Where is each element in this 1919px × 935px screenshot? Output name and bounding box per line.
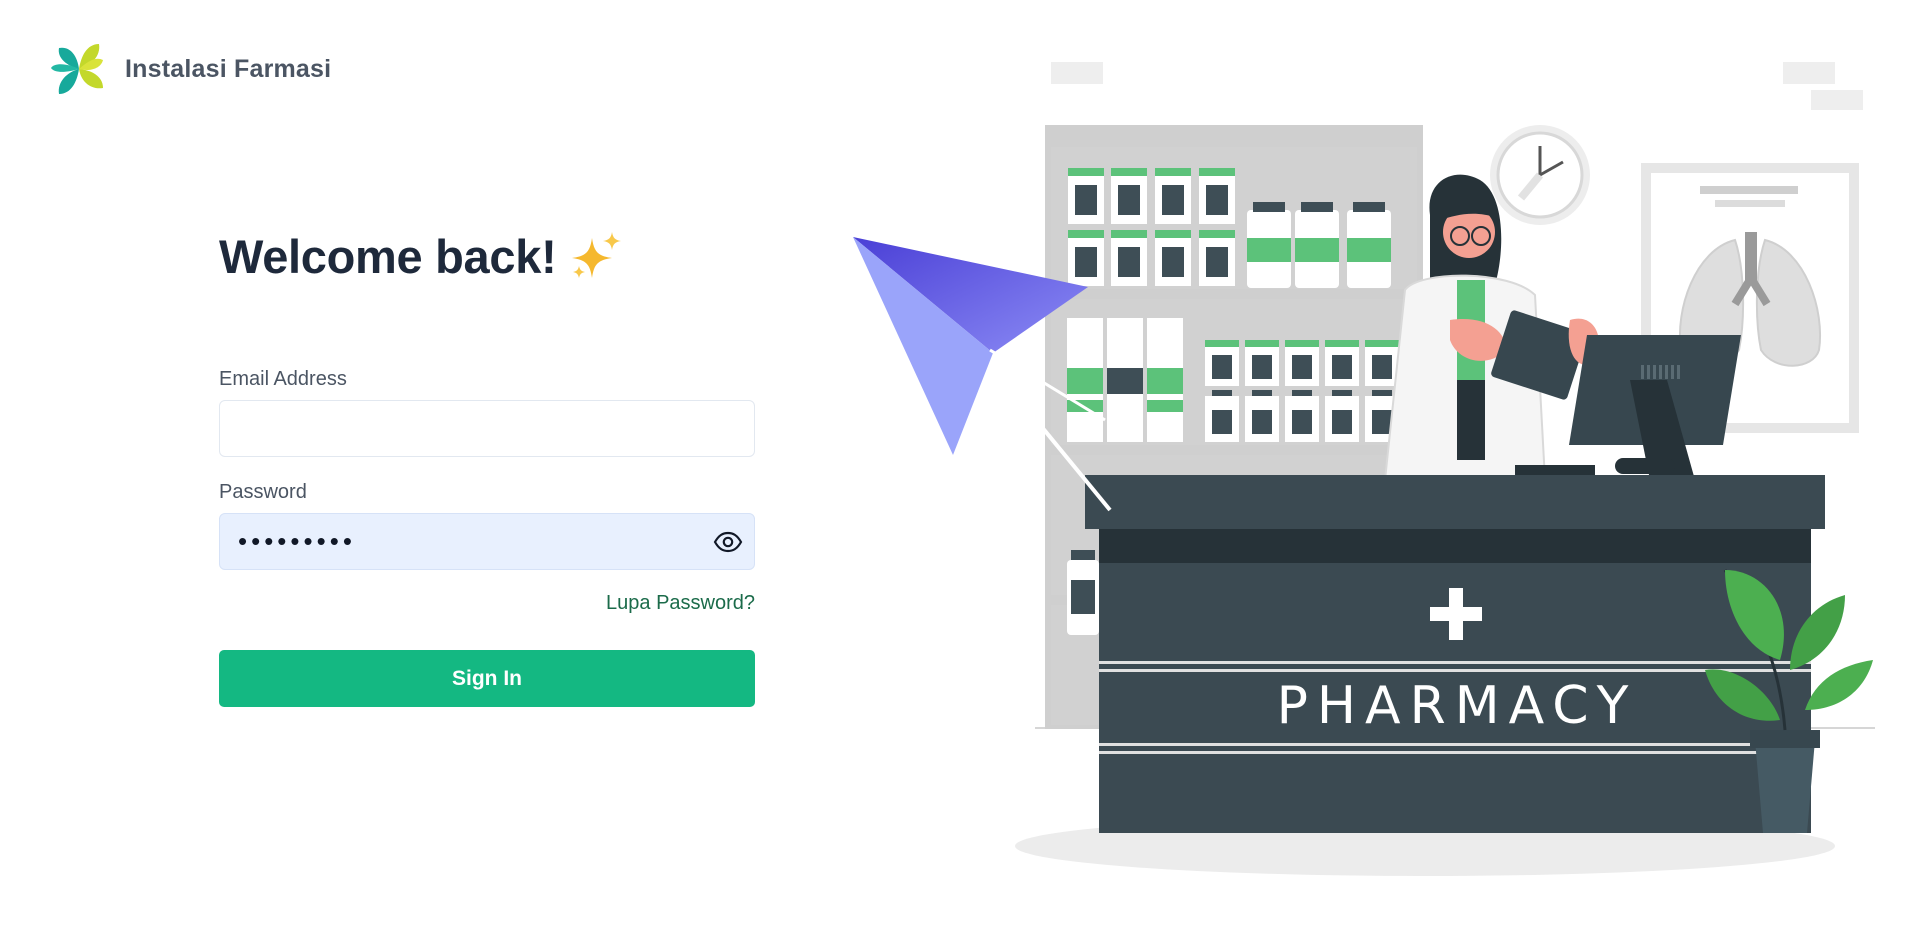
email-field[interactable] bbox=[219, 400, 755, 457]
sign-in-button[interactable]: Sign In bbox=[219, 650, 755, 707]
welcome-heading: Welcome back! bbox=[219, 225, 755, 287]
password-field[interactable] bbox=[219, 513, 755, 570]
pharmacy-counter: PHARMACY bbox=[1085, 475, 1825, 833]
eye-icon bbox=[713, 531, 743, 553]
pharmacy-sign-text: PHARMACY bbox=[1277, 676, 1638, 736]
forgot-row: Lupa Password? bbox=[219, 592, 755, 618]
sparkles-icon bbox=[572, 232, 622, 278]
kemenkes-leaf-logo-icon bbox=[51, 44, 103, 94]
brand-name: Instalasi Farmasi bbox=[125, 54, 332, 83]
show-password-button[interactable] bbox=[713, 527, 743, 557]
pharmacy-illustration: PHARMACY bbox=[845, 50, 1885, 900]
pharmacy-scene: PHARMACY bbox=[853, 62, 1875, 876]
brand-header: Instalasi Farmasi bbox=[47, 36, 331, 102]
password-field-wrapper bbox=[219, 513, 755, 570]
forgot-password-link[interactable]: Lupa Password? bbox=[606, 592, 755, 614]
login-form: Welcome back! Email Address Password Lup… bbox=[219, 225, 755, 707]
email-label: Email Address bbox=[219, 368, 347, 390]
password-label: Password bbox=[219, 481, 307, 503]
wall-clock-icon bbox=[1490, 125, 1590, 225]
page-title: Welcome back! bbox=[219, 229, 557, 283]
login-page: Instalasi Farmasi Welcome back! Email Ad… bbox=[0, 0, 1919, 935]
